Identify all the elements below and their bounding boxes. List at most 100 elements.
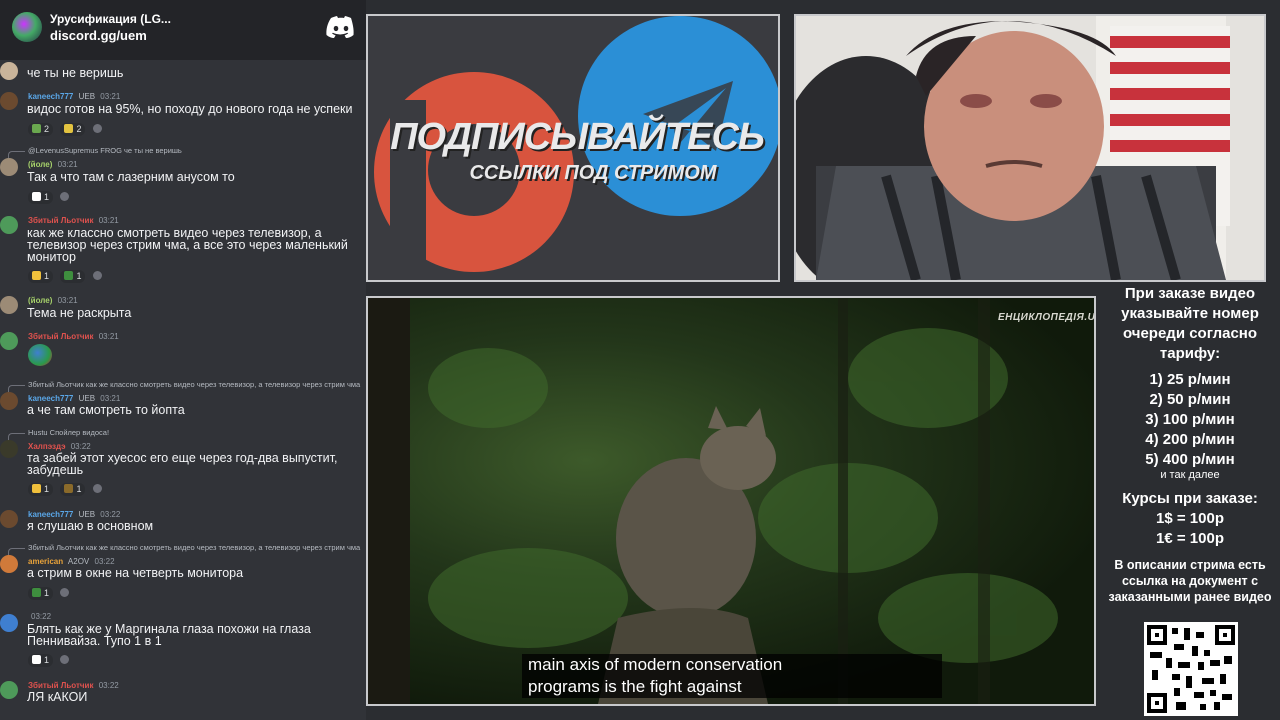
reaction-bar: 1 <box>28 583 70 600</box>
message-meta: Збитый Льотчик 03:22 <box>28 681 119 690</box>
author-name[interactable]: Збитый Льотчик <box>28 332 93 341</box>
avatar <box>0 614 18 632</box>
video-watermark: ЕНЦИКЛОПЕДІЯ.UA <box>998 312 1096 323</box>
webcam-panel <box>794 14 1266 282</box>
emoji-icon <box>32 484 41 493</box>
reaction[interactable]: 1 <box>28 654 54 667</box>
reaction[interactable]: 1 <box>28 483 54 496</box>
add-reaction-icon[interactable] <box>60 588 70 597</box>
message-meta: 03:22 <box>28 612 51 621</box>
reaction[interactable]: 2 <box>28 123 54 136</box>
rate-item: 1$ = 100р <box>1156 510 1224 527</box>
avatar <box>0 555 18 573</box>
avatar <box>0 216 18 234</box>
emoji-icon <box>64 271 74 280</box>
globe-emoji-icon <box>28 344 52 366</box>
price-item: 3) 100 р/мин <box>1145 411 1235 428</box>
message-time: 03:21 <box>100 394 121 403</box>
reply-preview[interactable]: @LevenusSupremus FROG че ты не веришь <box>8 146 182 160</box>
price-and-more: и так далее <box>1160 469 1220 481</box>
emoji-icon <box>64 484 74 493</box>
message-time: 03:22 <box>70 442 91 451</box>
video-subtitle: main axis of modern conservation program… <box>522 654 942 698</box>
reaction[interactable]: 1 <box>28 587 54 600</box>
order-title: При заказе видео указывайте номер очеред… <box>1121 285 1259 362</box>
rate-item: 1€ = 100р <box>1156 530 1224 547</box>
author-tag: UEB <box>78 92 96 101</box>
author-name[interactable]: kaneech777 <box>28 510 73 519</box>
message-time: 03:22 <box>31 612 52 621</box>
subscribe-promo-panel: ПОДПИСЫВАЙТЕСЬ ССЫЛКИ ПОД СТРИМОМ <box>366 14 780 282</box>
author-name[interactable]: Збитый Льотчик <box>28 681 93 690</box>
add-reaction-icon[interactable] <box>60 655 70 664</box>
qr-code-icon[interactable] <box>1144 622 1238 716</box>
price-list: 1) 25 р/мин 2) 50 р/мин 3) 100 р/мин 4) … <box>1100 370 1280 470</box>
avatar <box>0 510 18 528</box>
message-text: Так а что там с лазерним анусом то <box>27 170 235 184</box>
message-meta: kaneech777 UEB 03:22 <box>28 510 120 519</box>
price-item: 1) 25 р/мин <box>1149 371 1231 388</box>
emoji-icon <box>32 588 41 597</box>
message-time: 03:21 <box>98 216 119 225</box>
reaction-bar: 2 2 <box>28 119 102 136</box>
price-item: 5) 400 р/мин <box>1145 451 1235 468</box>
emoji-icon <box>64 124 74 133</box>
message-meta: Халпэздэ 03:22 <box>28 442 91 451</box>
author-tag: UEB <box>78 394 96 403</box>
reaction[interactable]: 1 <box>28 270 54 283</box>
server-header[interactable]: Урусификация (LG... discord.gg/uem <box>0 0 366 60</box>
message-text: че ты не веришь <box>27 66 124 80</box>
author-name[interactable]: Халпэздэ <box>28 442 65 451</box>
reply-preview[interactable]: Збитый Льотчик как же классно смотреть в… <box>7 543 360 557</box>
author-name[interactable]: kaneech777 <box>28 394 73 403</box>
author-name[interactable]: Збитый Льотчик <box>28 216 93 225</box>
author-tag: A2OV <box>67 557 90 566</box>
message-meta: american A2OV 03:22 <box>28 557 115 566</box>
message-meta: Збитый Льотчик 03:21 <box>28 216 119 225</box>
add-reaction-icon[interactable] <box>60 192 70 201</box>
message-time: 03:22 <box>98 681 119 690</box>
message-text: ЛЯ кАКОИ <box>27 690 88 704</box>
message-time: 03:21 <box>100 92 121 101</box>
avatar <box>0 440 18 458</box>
author-tag: UEB <box>78 510 96 519</box>
reaction[interactable]: 2 <box>60 123 86 136</box>
add-reaction-icon[interactable] <box>92 484 102 493</box>
add-reaction-icon[interactable] <box>92 124 102 133</box>
rates-title: Курсы при заказе: <box>1122 490 1258 507</box>
server-name: Урусификация (LG... <box>50 12 171 26</box>
subtitle-line: programs is the fight against <box>528 677 742 696</box>
message-time: 03:21 <box>57 296 78 305</box>
emoji-icon <box>32 192 41 201</box>
discord-chat-overlay: Урусификация (LG... discord.gg/uem че ты… <box>0 0 366 720</box>
reply-preview[interactable]: Hustu Спойлер видоса! <box>7 428 109 442</box>
promo-subline: ССЫЛКИ ПОД СТРИМОМ <box>469 162 717 184</box>
author-name[interactable]: (йоле) <box>28 160 52 169</box>
message-time: 03:21 <box>57 160 78 169</box>
author-name[interactable]: kaneech777 <box>28 92 73 101</box>
message-meta: (йоле) 03:21 <box>28 160 78 169</box>
reaction-bar: 1 <box>28 650 70 667</box>
message-time: 03:22 <box>94 557 115 566</box>
message-meta: Збитый Льотчик 03:21 <box>28 332 119 341</box>
rates-list: 1$ = 100р 1€ = 100р <box>1100 509 1280 549</box>
avatar <box>0 332 18 350</box>
invite-link[interactable]: discord.gg/uem <box>50 28 147 43</box>
server-avatar <box>12 12 42 42</box>
reply-preview[interactable]: Збитый Льотчик как же классно смотреть в… <box>7 380 360 394</box>
stream-description-note: В описании стрима есть ссылка на докумен… <box>1108 558 1272 604</box>
message-text: та забей этот хуесос его еще через год-д… <box>27 451 338 477</box>
reaction[interactable]: 1 <box>60 483 86 496</box>
author-name[interactable]: american <box>28 557 63 566</box>
message-meta: kaneech777 UEB 03:21 <box>28 92 120 101</box>
message-text: Тема не раскрыта <box>27 306 132 320</box>
video-player-panel: ЕНЦИКЛОПЕДІЯ.UA main axis of modern cons… <box>366 296 1096 706</box>
author-name[interactable]: (йоле) <box>28 296 52 305</box>
forest-scene <box>428 298 1058 704</box>
reaction-bar: 1 1 <box>28 479 102 496</box>
reaction[interactable]: 1 <box>28 191 54 204</box>
reaction[interactable]: 1 <box>60 270 86 283</box>
message-text: как же классно смотреть видео через теле… <box>27 226 348 264</box>
avatar <box>0 62 18 80</box>
add-reaction-icon[interactable] <box>92 271 102 280</box>
